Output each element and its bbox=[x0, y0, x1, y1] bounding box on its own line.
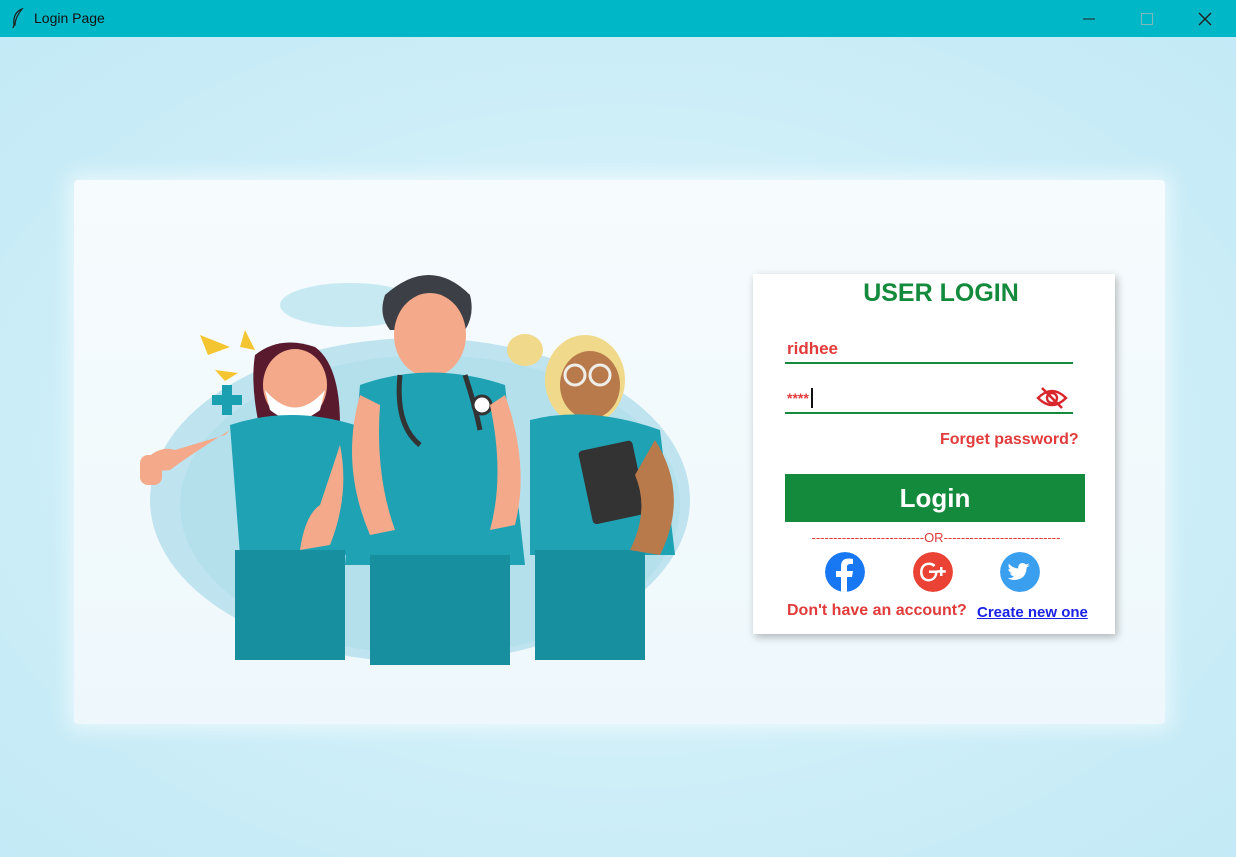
login-panel: USER LOGIN ridhee **** Forget password? … bbox=[753, 274, 1115, 634]
forget-password-link[interactable]: Forget password? bbox=[940, 431, 1079, 449]
medical-staff-illustration bbox=[140, 275, 690, 665]
twitter-icon[interactable] bbox=[1000, 552, 1040, 592]
login-button[interactable]: Login bbox=[785, 474, 1085, 522]
facebook-icon[interactable] bbox=[825, 552, 865, 592]
minimize-button[interactable] bbox=[1060, 0, 1118, 37]
no-account-text: Don't have an account? bbox=[787, 602, 967, 619]
title-bar: Login Page bbox=[0, 0, 1236, 37]
eye-slash-icon[interactable] bbox=[1036, 386, 1068, 410]
window-title: Login Page bbox=[34, 10, 105, 26]
password-field[interactable]: **** bbox=[785, 384, 1073, 414]
text-caret bbox=[811, 388, 813, 408]
username-field[interactable]: ridhee bbox=[785, 334, 1073, 364]
close-icon bbox=[1198, 12, 1212, 25]
password-value: **** bbox=[787, 390, 809, 406]
login-title: USER LOGIN bbox=[863, 279, 1019, 307]
feather-icon bbox=[12, 8, 24, 28]
username-value: ridhee bbox=[787, 339, 839, 358]
create-account-link[interactable]: Create new one bbox=[977, 604, 1088, 621]
maximize-button[interactable] bbox=[1118, 0, 1176, 37]
close-button[interactable] bbox=[1176, 0, 1234, 37]
google-plus-icon[interactable] bbox=[913, 552, 953, 592]
minimize-icon bbox=[1083, 18, 1095, 19]
or-divider: --------------------------OR------------… bbox=[811, 530, 1061, 545]
maximize-icon bbox=[1141, 12, 1153, 25]
